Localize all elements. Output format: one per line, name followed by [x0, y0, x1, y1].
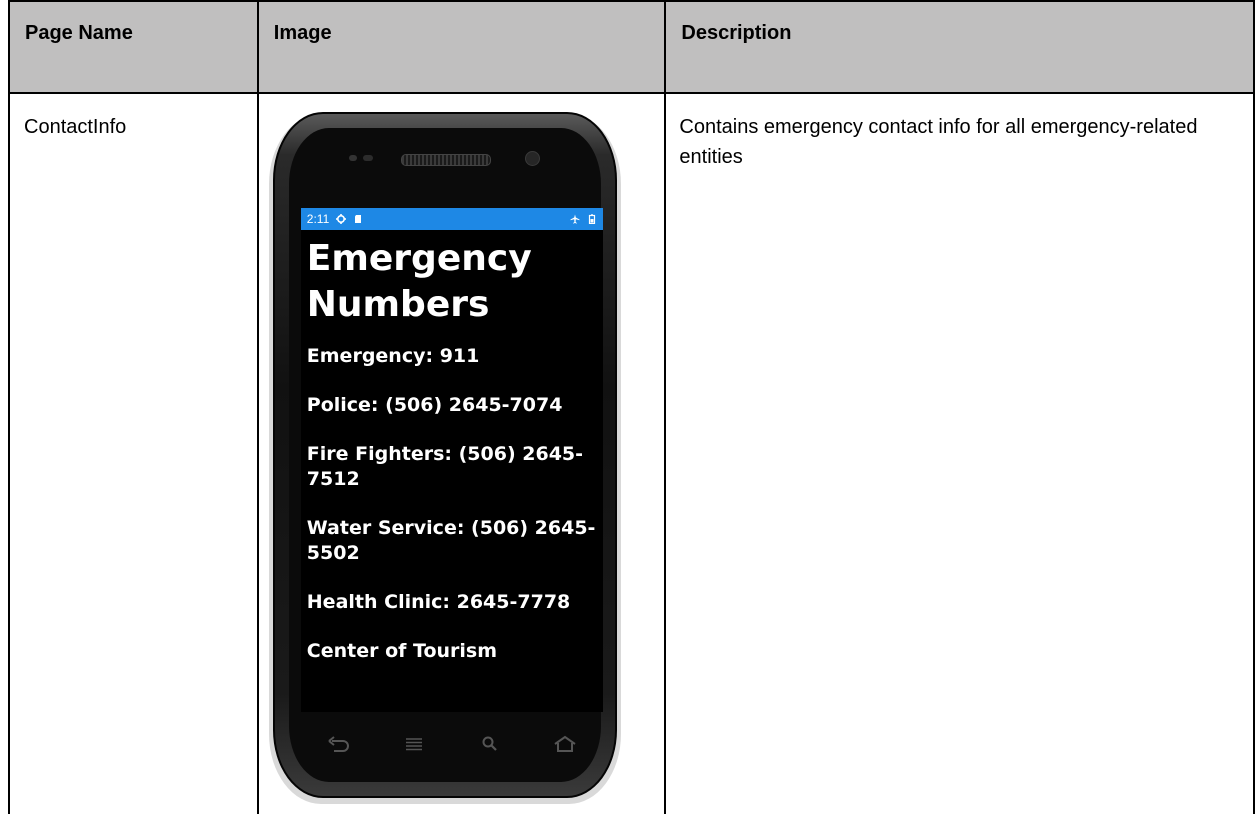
contact-emergency[interactable]: Emergency: 911 [301, 344, 603, 369]
contact-health-clinic[interactable]: Health Clinic: 2645-7778 [301, 590, 603, 615]
header-image: Image [256, 0, 667, 94]
cell-page-name: ContactInfo [8, 92, 259, 814]
table-header-row: Page Name Image Description [8, 0, 1255, 94]
sensor-icon [348, 155, 357, 161]
header-description: Description [664, 0, 1255, 94]
table-row: ContactInfo 2:11 Emergency Numbers Emerg… [8, 92, 1255, 814]
document-table: Page Name Image Description ContactInfo … [8, 0, 1255, 814]
page-title: Emergency Numbers [306, 238, 532, 325]
back-button[interactable] [325, 730, 353, 758]
sensor-icon [362, 155, 373, 161]
phone-mockup: 2:11 Emergency Numbers Emergency: 911 Po… [268, 112, 629, 812]
front-camera-icon [524, 151, 540, 166]
header-page-name: Page Name [8, 0, 259, 94]
phone-screen: 2:11 Emergency Numbers Emergency: 911 Po… [300, 208, 603, 712]
cell-image: 2:11 Emergency Numbers Emergency: 911 Po… [256, 92, 667, 814]
contact-fire-fighters[interactable]: Fire Fighters: (506) 2645-7512 [301, 442, 603, 492]
description-text: Contains emergency contact info for all … [679, 116, 1198, 168]
navigation-bar [301, 712, 603, 776]
status-time: 2:11 [306, 212, 330, 226]
sd-card-icon [355, 215, 362, 223]
page-name-text: ContactInfo [24, 116, 127, 138]
search-button[interactable] [476, 730, 504, 758]
status-bar: 2:11 [300, 208, 603, 230]
gear-icon [336, 214, 347, 224]
home-button[interactable] [551, 730, 579, 758]
airplane-icon [570, 214, 580, 224]
cell-description: Contains emergency contact info for all … [664, 92, 1255, 814]
home-icon [554, 735, 576, 752]
contact-center-of-tourism[interactable]: Center of Tourism [301, 639, 603, 664]
back-icon [327, 736, 349, 752]
menu-button[interactable] [400, 730, 428, 758]
contact-police[interactable]: Police: (506) 2645-7074 [301, 393, 603, 418]
phone-body: 2:11 Emergency Numbers Emergency: 911 Po… [272, 112, 617, 798]
battery-icon [588, 214, 595, 224]
speaker-grille [400, 154, 491, 166]
contact-water-service[interactable]: Water Service: (506) 2645-5502 [301, 516, 603, 566]
menu-icon [406, 738, 423, 751]
search-icon [482, 736, 497, 751]
